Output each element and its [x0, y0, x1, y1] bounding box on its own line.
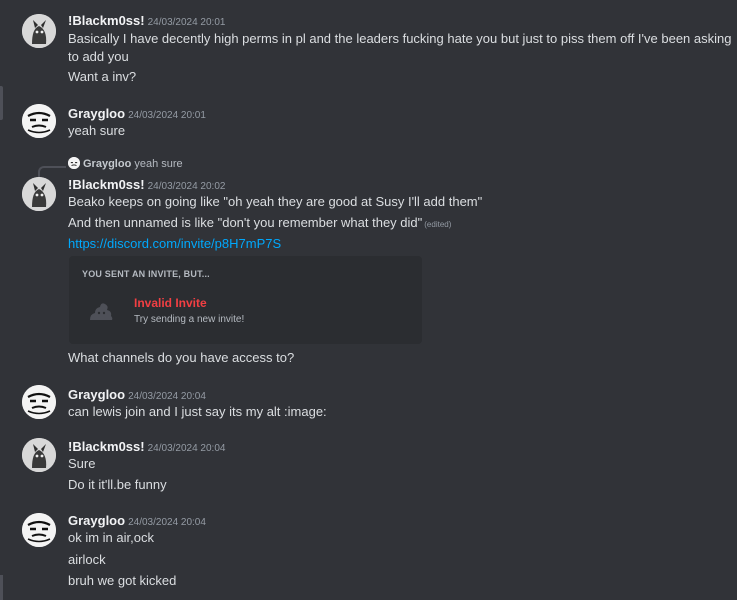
invite-embed-title: YOU SENT AN INVITE, BUT...: [82, 269, 210, 279]
username[interactable]: !Blackm0ss!: [68, 13, 145, 28]
reply-preview[interactable]: Graygloo yeah sure: [68, 157, 183, 170]
message-header: !Blackm0ss! 24/03/2024 20:01: [68, 12, 225, 31]
message-text: Basically I have decently high perms in …: [68, 31, 732, 46]
timestamp: 24/03/2024 20:01: [147, 17, 226, 28]
scroll-edge-indicator: [0, 86, 3, 120]
message-text: yeah sure: [68, 123, 126, 138]
message-text: What channels do you have access to?: [68, 350, 295, 365]
message-text: bruh we got kicked: [68, 573, 177, 588]
reply-avatar-icon: [68, 157, 80, 169]
scroll-edge-indicator: [0, 575, 3, 600]
avatar-graygloo[interactable]: [22, 513, 56, 547]
avatar-blackm0ss[interactable]: [22, 438, 56, 472]
invite-name: Invalid Invite: [134, 296, 207, 310]
message-text: Sure: [68, 456, 96, 471]
timestamp: 24/03/2024 20:04: [128, 391, 206, 402]
face-avatar-icon: [22, 385, 56, 419]
username[interactable]: !Blackm0ss!: [68, 439, 145, 454]
message-text: Do it it'll.be funny: [68, 477, 167, 492]
message-text: Want a inv?: [68, 69, 137, 84]
avatar-blackm0ss[interactable]: [22, 14, 56, 48]
invite-link[interactable]: https://discord.com/invite/p8H7mP7S: [68, 235, 281, 253]
message-text: And then unnamed is like "don't you reme…: [68, 214, 451, 234]
message-text: can lewis join and I just say its my alt…: [68, 404, 327, 419]
message-text: to add you: [68, 49, 129, 64]
invite-subtitle: Try sending a new invite!: [134, 314, 245, 325]
cat-avatar-icon: [22, 14, 56, 48]
avatar-graygloo[interactable]: [22, 104, 56, 138]
cat-avatar-icon: [22, 438, 56, 472]
face-avatar-icon: [22, 104, 56, 138]
reply-connector: [38, 166, 66, 178]
invite-embed: YOU SENT AN INVITE, BUT... Invalid Invit…: [69, 256, 422, 344]
username[interactable]: Graygloo: [68, 513, 125, 528]
avatar-graygloo[interactable]: [22, 385, 56, 419]
timestamp: 24/03/2024 20:01: [128, 110, 206, 121]
timestamp: 24/03/2024 20:02: [147, 181, 226, 192]
username[interactable]: !Blackm0ss!: [68, 177, 145, 192]
reply-author: Graygloo: [83, 158, 132, 170]
invalid-invite-icon: [88, 300, 114, 322]
message-text: Beako keeps on going like "oh yeah they …: [68, 194, 483, 209]
face-avatar-icon: [22, 513, 56, 547]
edited-label: (edited): [424, 220, 452, 229]
cat-avatar-icon: [22, 177, 56, 211]
username[interactable]: Graygloo: [68, 387, 125, 402]
timestamp: 24/03/2024 20:04: [128, 517, 206, 528]
reply-text: yeah sure: [134, 158, 183, 170]
avatar-blackm0ss[interactable]: [22, 177, 56, 211]
message-text-content: And then unnamed is like "don't you reme…: [68, 215, 423, 230]
timestamp: 24/03/2024 20:04: [147, 443, 226, 454]
username[interactable]: Graygloo: [68, 106, 125, 121]
message-text: airlock: [68, 552, 106, 567]
message-text: ok im in air,ock: [68, 530, 154, 545]
